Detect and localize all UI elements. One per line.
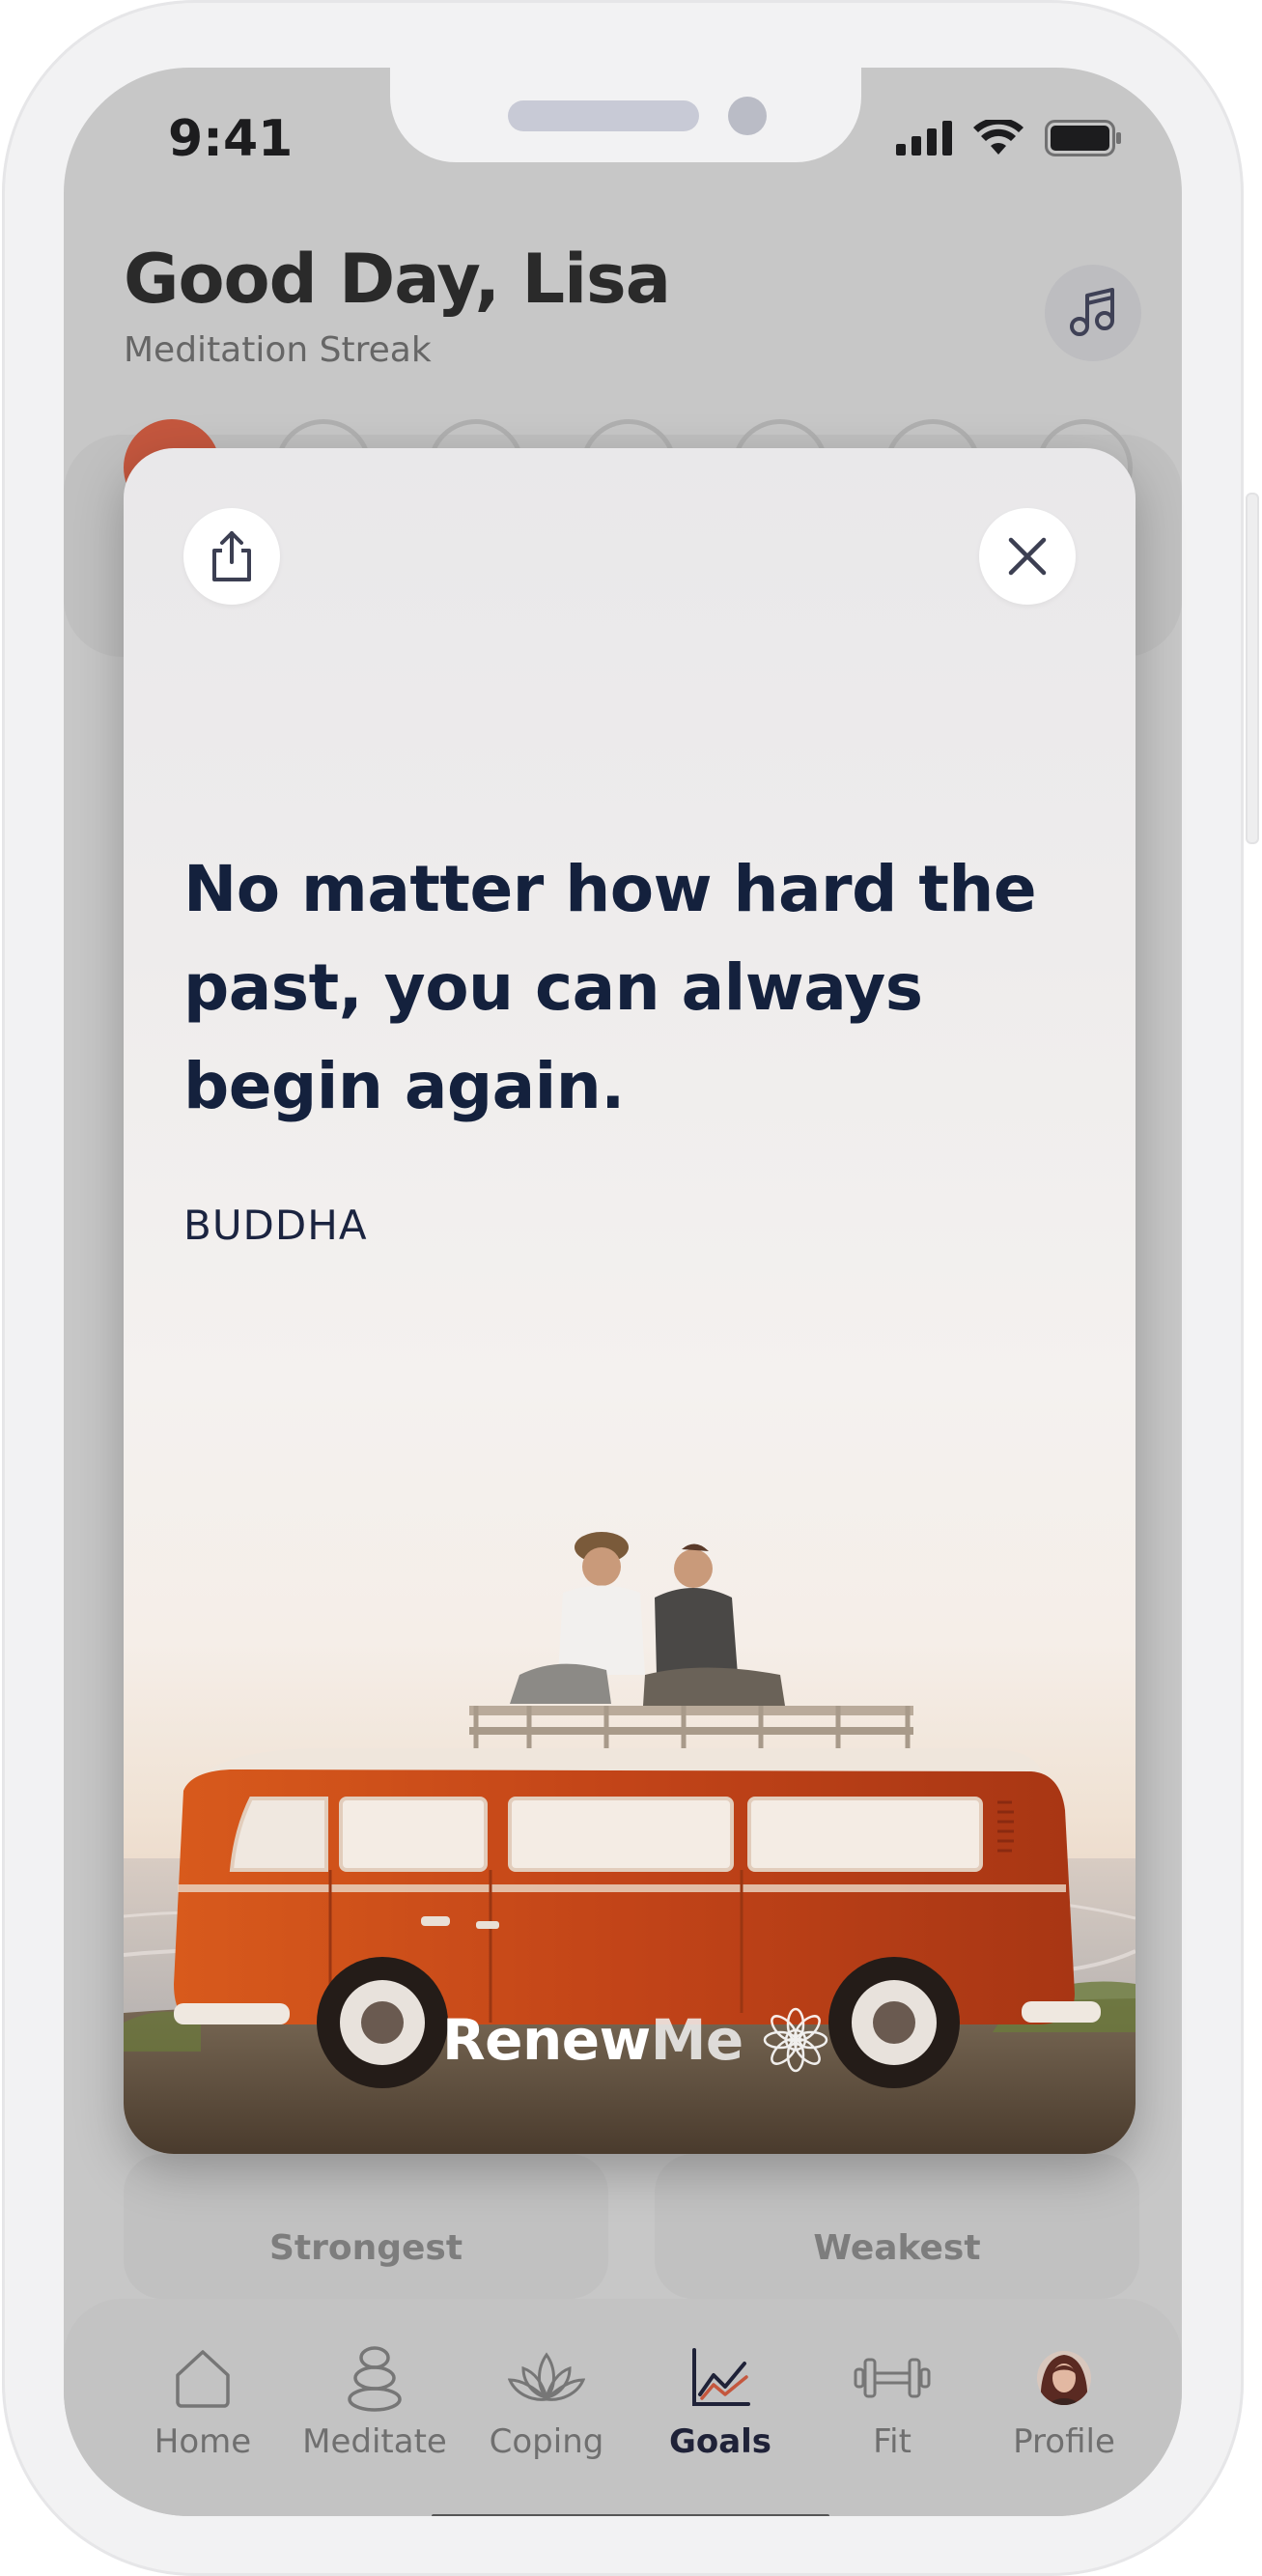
quote-text: No matter how hard the past, you can alw…	[183, 852, 1037, 1123]
lotus-logo-icon	[763, 2007, 828, 2073]
tab-bar: Home Meditate Coping Goals Fit Profile	[64, 2299, 1182, 2516]
music-note-icon	[1070, 288, 1114, 336]
lotus-icon	[508, 2352, 585, 2401]
share-icon	[212, 531, 251, 581]
tab-goals-label: Goals	[668, 2422, 772, 2461]
tab-coping[interactable]: Coping	[460, 2339, 633, 2484]
tab-home-label: Home	[154, 2422, 252, 2461]
battery-icon	[1045, 120, 1121, 156]
home-icon	[176, 2350, 230, 2408]
strongest-label: Strongest	[268, 2228, 463, 2268]
status-icons	[896, 120, 1122, 156]
meditate-icon	[348, 2346, 402, 2412]
tab-meditate-label: Meditate	[302, 2422, 447, 2461]
dumbbell-icon	[854, 2358, 931, 2398]
status-time: 9:41	[168, 110, 294, 168]
share-button[interactable]	[183, 508, 280, 605]
tab-goals[interactable]: Goals	[633, 2339, 807, 2484]
tab-fit-label: Fit	[873, 2422, 911, 2461]
music-button[interactable]	[1045, 265, 1141, 361]
wifi-icon	[973, 120, 1024, 155]
tab-meditate[interactable]: Meditate	[288, 2339, 462, 2484]
speaker	[508, 100, 699, 131]
brand-name-bold: Renew	[442, 2007, 651, 2073]
cellular-signal-icon	[896, 121, 952, 156]
close-button[interactable]	[979, 508, 1076, 605]
weakest-label: Weakest	[813, 2228, 981, 2268]
chart-icon	[692, 2348, 750, 2406]
greeting-title: Good Day, Lisa	[124, 240, 671, 319]
weakest-card[interactable]: Weakest	[655, 2154, 1139, 2299]
quote-card: No matter how hard the past, you can alw…	[124, 448, 1136, 2154]
notch	[390, 68, 861, 162]
camera	[728, 97, 767, 135]
avatar	[1037, 2351, 1091, 2405]
streak-subtitle: Meditation Streak	[124, 330, 432, 370]
close-icon	[1008, 537, 1047, 576]
quote-author: BUDDHA	[183, 1202, 368, 1249]
strongest-card[interactable]: Strongest	[124, 2154, 608, 2299]
side-button	[1246, 493, 1259, 844]
brand-name-light: Me	[650, 2007, 744, 2073]
tab-fit[interactable]: Fit	[805, 2339, 979, 2484]
tab-home[interactable]: Home	[116, 2339, 290, 2484]
brand-logo: RenewMe	[442, 2005, 830, 2075]
home-indicator	[432, 2514, 829, 2516]
tab-coping-label: Coping	[489, 2422, 604, 2461]
tab-profile-label: Profile	[1013, 2422, 1115, 2461]
tab-profile[interactable]: Profile	[977, 2339, 1151, 2484]
